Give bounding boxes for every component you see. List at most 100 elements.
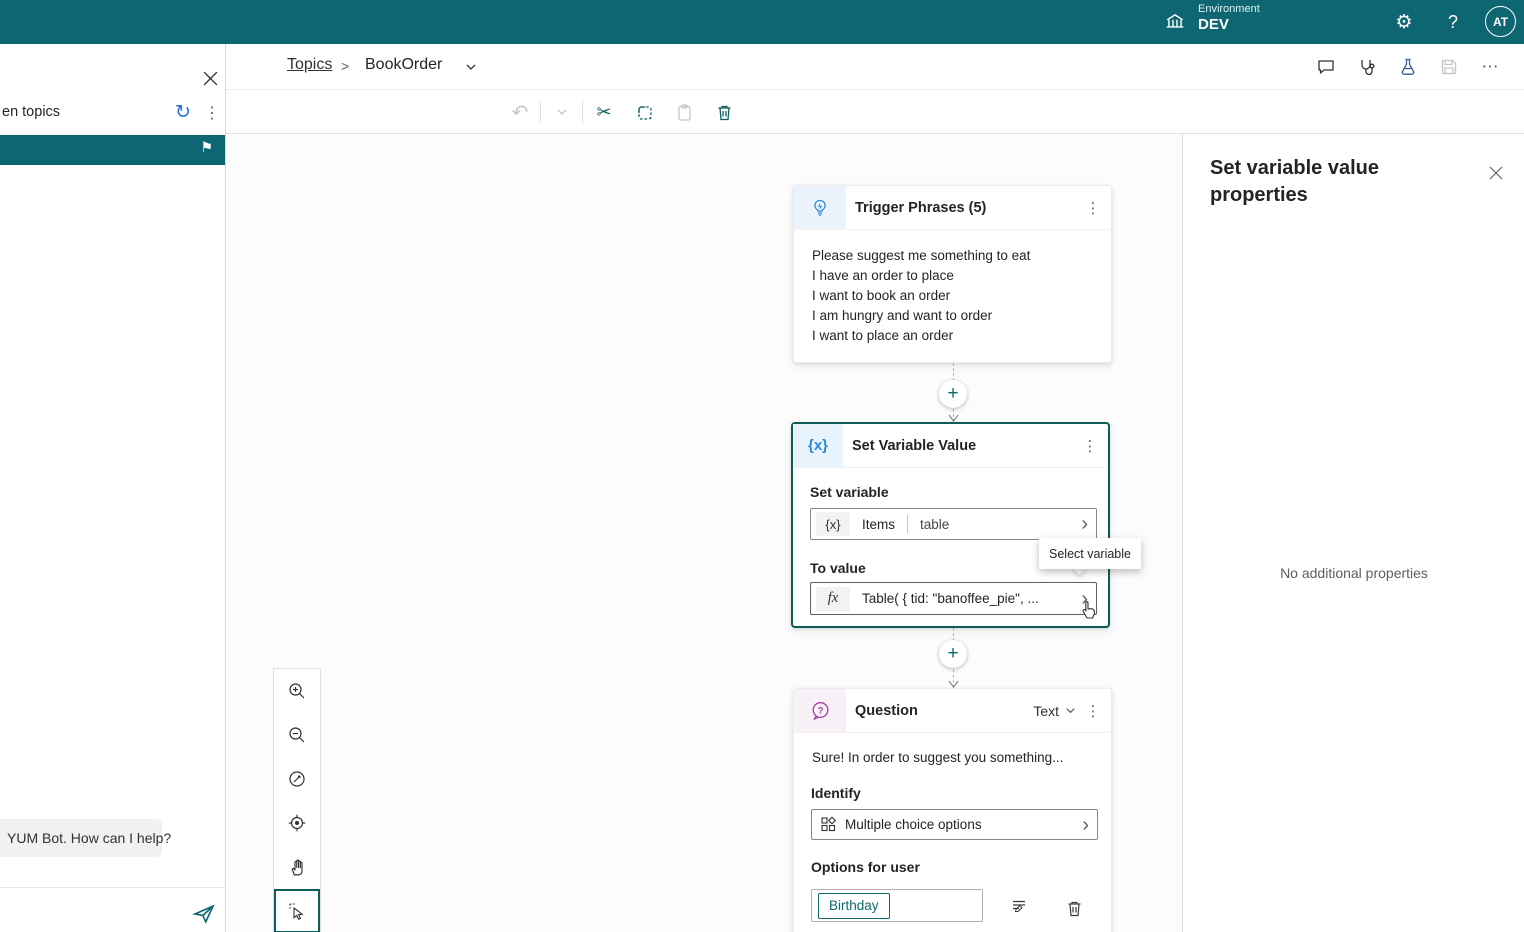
copy-icon xyxy=(635,103,654,122)
environment-icon xyxy=(1164,11,1186,33)
hand-icon xyxy=(288,858,307,877)
target-icon xyxy=(287,813,307,833)
topic-checker-button[interactable] xyxy=(1351,51,1383,83)
stethoscope-icon xyxy=(1357,57,1377,77)
identify-input[interactable]: Multiple choice options › xyxy=(811,809,1098,840)
bot-message-bubble: YUM Bot. How can I help? xyxy=(0,819,162,857)
trigger-phrase: I want to book an order xyxy=(812,286,1093,306)
save-button[interactable] xyxy=(1433,51,1465,83)
settings-button[interactable]: ⚙ xyxy=(1392,10,1416,34)
panel-close-button[interactable] xyxy=(198,66,222,90)
kebab-icon: ⋮ xyxy=(1086,702,1101,720)
trigger-phrase: Please suggest me something to eat xyxy=(812,246,1093,266)
breadcrumb-topics-link[interactable]: Topics xyxy=(287,56,332,74)
breadcrumb-separator: > xyxy=(341,58,349,74)
set-variable-menu-button[interactable]: ⋮ xyxy=(1078,434,1102,458)
copy-button[interactable] xyxy=(628,96,660,128)
avatar[interactable]: AT xyxy=(1485,6,1516,37)
plus-icon: + xyxy=(947,643,958,665)
connector-arrow-icon xyxy=(948,414,959,422)
variable-name: Items xyxy=(862,517,895,532)
zoom-in-icon xyxy=(287,681,307,701)
app-root: Environment DEV ⚙ ? AT en topics ↻ ⋮ ⚑ Y… xyxy=(0,0,1524,932)
refresh-icon: ↻ xyxy=(175,101,191,123)
help-button[interactable]: ? xyxy=(1441,10,1465,34)
zoom-in-button[interactable] xyxy=(274,669,320,713)
kebab-icon: ⋮ xyxy=(1083,437,1098,455)
option-input[interactable]: Birthday xyxy=(811,889,983,922)
trash-icon xyxy=(715,103,734,122)
delete-option-button[interactable] xyxy=(1059,893,1089,923)
to-value-label: To value xyxy=(810,560,866,576)
set-variable-node-title: Set Variable Value xyxy=(852,438,1078,454)
trigger-node-header[interactable]: Trigger Phrases (5) ⋮ xyxy=(794,186,1111,230)
paste-button[interactable] xyxy=(668,96,700,128)
chevron-right-icon[interactable]: › xyxy=(1082,815,1089,835)
identify-label: Identify xyxy=(811,785,861,801)
set-variable-node-header[interactable]: {x} Set Variable Value ⋮ xyxy=(793,424,1108,468)
canvas-zoom-toolbar xyxy=(273,668,321,932)
pan-tool-button[interactable] xyxy=(274,845,320,889)
add-node-button[interactable]: + xyxy=(939,380,967,408)
zoom-out-icon xyxy=(287,725,307,745)
toolbar-divider xyxy=(540,101,541,123)
topic-dropdown-button[interactable] xyxy=(464,60,478,74)
refresh-button[interactable]: ↻ xyxy=(171,100,195,124)
question-node[interactable]: ? Question Text ⋮ Sure! In order to sugg… xyxy=(793,688,1112,932)
properties-close-button[interactable] xyxy=(1484,161,1508,185)
compass-icon xyxy=(287,769,307,789)
options-for-user-label: Options for user xyxy=(811,859,920,875)
cut-button[interactable]: ✂ xyxy=(588,96,620,128)
authoring-canvas[interactable]: Trigger Phrases (5) ⋮ Please suggest me … xyxy=(227,134,1182,932)
variable-type: table xyxy=(920,517,949,532)
center-canvas-button[interactable] xyxy=(274,801,320,845)
trigger-phrase: I want to place an order xyxy=(812,326,1093,346)
select-tool-button[interactable] xyxy=(274,889,320,932)
properties-panel-title: Set variable value properties xyxy=(1210,155,1420,209)
gear-icon: ⚙ xyxy=(1395,13,1412,32)
variable-chip-icon: {x} xyxy=(816,512,850,536)
undo-icon: ↶ xyxy=(512,100,529,124)
kebab-icon: ⋮ xyxy=(204,103,220,122)
trash-icon xyxy=(1065,899,1084,918)
send-icon xyxy=(192,902,216,926)
paste-icon xyxy=(675,103,694,122)
question-menu-button[interactable]: ⋮ xyxy=(1081,699,1105,723)
flag-icon[interactable]: ⚑ xyxy=(200,140,213,156)
panel-more-button[interactable]: ⋮ xyxy=(202,101,222,123)
trigger-phrase: I have an order to place xyxy=(812,266,1093,286)
help-icon: ? xyxy=(1448,12,1458,33)
delete-button[interactable] xyxy=(708,96,740,128)
variable-icon: {x} xyxy=(808,437,828,454)
option-chip[interactable]: Birthday xyxy=(818,893,890,919)
multiple-choice-icon xyxy=(820,816,837,833)
page-title: BookOrder xyxy=(365,56,442,74)
fx-chip-icon: fx xyxy=(816,587,850,611)
to-value-expression: Table( { tid: "banoffee_pie", ... xyxy=(862,591,1039,606)
add-node-button[interactable]: + xyxy=(939,640,967,668)
zoom-out-button[interactable] xyxy=(274,713,320,757)
set-variable-node[interactable]: {x} Set Variable Value ⋮ Set variable {x… xyxy=(791,422,1110,628)
trigger-node-menu-button[interactable]: ⋮ xyxy=(1081,196,1105,220)
bot-message-text: YUM Bot. How can I help? xyxy=(0,830,171,846)
undo-button[interactable]: ↶ xyxy=(504,96,536,128)
select-cursor-icon xyxy=(287,901,307,921)
to-value-input[interactable]: fx Table( { tid: "banoffee_pie", ... › xyxy=(810,582,1097,615)
edit-option-button[interactable] xyxy=(1004,893,1034,923)
question-type-dropdown[interactable]: Text xyxy=(1033,703,1077,719)
chat-input-divider xyxy=(0,887,226,888)
reset-view-button[interactable] xyxy=(274,757,320,801)
question-node-header[interactable]: ? Question Text ⋮ xyxy=(794,689,1111,733)
trigger-phrases-node[interactable]: Trigger Phrases (5) ⋮ Please suggest me … xyxy=(793,185,1112,363)
input-divider xyxy=(907,515,908,533)
top-bar: Environment DEV ⚙ ? AT xyxy=(0,0,1524,44)
chevron-down-icon xyxy=(1064,704,1077,717)
test-bot-button[interactable] xyxy=(1392,51,1424,83)
plus-icon: + xyxy=(947,383,958,405)
comments-button[interactable] xyxy=(1310,51,1342,83)
send-message-button[interactable] xyxy=(192,902,218,928)
chevron-right-icon[interactable]: › xyxy=(1081,514,1088,534)
more-actions-button[interactable]: ⋯ xyxy=(1474,51,1506,83)
variable-picker-input[interactable]: {x} Items table › xyxy=(810,508,1097,540)
undo-dropdown-button[interactable] xyxy=(546,96,578,128)
